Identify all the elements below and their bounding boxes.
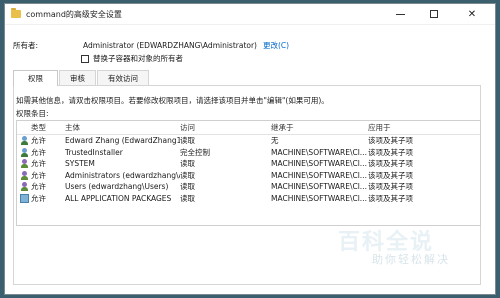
row-inherited-from: 无 bbox=[271, 136, 279, 146]
table-row[interactable]: 允许 SYSTEM 读取 MACHINE\SOFTWARE\Cl... 该项及其… bbox=[17, 158, 480, 170]
group-icon bbox=[20, 182, 29, 192]
close-button[interactable]: ✕ bbox=[453, 4, 491, 24]
owner-row: 所有者: Administrator (EDWARDZHANG\Administ… bbox=[13, 40, 289, 51]
replace-owner-checkbox[interactable] bbox=[81, 54, 89, 63]
row-type: 允许 bbox=[31, 170, 46, 180]
permission-entries-grid[interactable]: 类型 主体 访问 继承于 应用于 允许 Edward Zhang (Edward… bbox=[16, 120, 481, 226]
owner-value: Administrator (EDWARDZHANG\Administrator… bbox=[83, 41, 257, 50]
table-row[interactable]: 允许 Users (edwardzhang\Users) 读取 MACHINE\… bbox=[17, 181, 480, 193]
watermark-subtitle: 助你轻松解决 bbox=[372, 253, 450, 266]
row-applies-to: 该项及其子项 bbox=[368, 182, 413, 192]
row-applies-to: 该项及其子项 bbox=[368, 170, 413, 180]
row-icon-cell bbox=[17, 170, 31, 180]
row-type: 允许 bbox=[31, 136, 46, 146]
grid-header: 类型 主体 访问 继承于 应用于 bbox=[17, 121, 480, 135]
change-owner-link[interactable]: 更改(C) bbox=[263, 40, 289, 51]
row-principal: SYSTEM bbox=[65, 159, 95, 169]
maximize-icon bbox=[430, 10, 438, 18]
minimize-button[interactable] bbox=[385, 4, 415, 24]
maximize-button[interactable] bbox=[415, 4, 453, 24]
row-inherited-from: MACHINE\SOFTWARE\Cl... bbox=[271, 159, 367, 169]
window-title: command的高级安全设置 bbox=[26, 9, 122, 19]
group-icon bbox=[20, 159, 29, 169]
replace-owner-option[interactable]: 替换子容器和对象的所有者 bbox=[81, 53, 183, 64]
tab-strip: 权限 审核 有效访问 bbox=[13, 70, 150, 86]
row-applies-to: 该项及其子项 bbox=[368, 147, 413, 157]
table-row[interactable]: 允许 Administrators (edwardzhang\A... 读取 M… bbox=[17, 170, 480, 182]
row-icon-cell bbox=[17, 182, 31, 192]
tab-permissions[interactable]: 权限 bbox=[13, 70, 58, 86]
row-access: 读取 bbox=[180, 193, 195, 203]
user-icon bbox=[20, 147, 29, 157]
row-applies-to: 该项及其子项 bbox=[368, 159, 413, 169]
owner-label: 所有者: bbox=[13, 41, 39, 50]
table-row[interactable]: 允许 ALL APPLICATION PACKAGES 读取 MACHINE\S… bbox=[17, 193, 480, 205]
folder-icon bbox=[11, 8, 21, 18]
permission-entries-label: 权限条目: bbox=[16, 109, 49, 118]
row-principal: TrustedInstaller bbox=[65, 147, 123, 157]
header-applies-to[interactable]: 应用于 bbox=[368, 122, 468, 133]
row-inherited-from: MACHINE\SOFTWARE\Cl... bbox=[271, 147, 367, 157]
tab-effective-access[interactable]: 有效访问 bbox=[97, 70, 149, 85]
window-controls: ✕ bbox=[385, 4, 491, 24]
row-principal: Edward Zhang (EdwardZhang12... bbox=[65, 136, 180, 146]
row-type: 允许 bbox=[31, 159, 46, 169]
row-access: 读取 bbox=[180, 136, 195, 146]
row-applies-to: 该项及其子项 bbox=[368, 136, 413, 146]
user-icon bbox=[20, 136, 29, 146]
row-principal: Administrators (edwardzhang\A... bbox=[65, 170, 180, 180]
table-row[interactable]: 允许 Edward Zhang (EdwardZhang12... 读取 无 该… bbox=[17, 135, 480, 147]
row-inherited-from: MACHINE\SOFTWARE\Cl... bbox=[271, 170, 367, 180]
row-access: 读取 bbox=[180, 182, 195, 192]
row-access: 完全控制 bbox=[180, 147, 210, 157]
group-icon bbox=[20, 170, 29, 180]
table-row[interactable]: 允许 TrustedInstaller 完全控制 MACHINE\SOFTWAR… bbox=[17, 147, 480, 159]
title-bar[interactable]: command的高级安全设置 ✕ bbox=[5, 4, 495, 25]
row-principal: ALL APPLICATION PACKAGES bbox=[65, 193, 172, 203]
row-type: 允许 bbox=[31, 193, 46, 203]
row-inherited-from: MACHINE\SOFTWARE\Cl... bbox=[271, 193, 367, 203]
header-principal[interactable]: 主体 bbox=[65, 122, 180, 133]
header-access[interactable]: 访问 bbox=[180, 122, 271, 133]
package-icon bbox=[20, 193, 29, 203]
replace-owner-label: 替换子容器和对象的所有者 bbox=[93, 54, 183, 63]
row-icon-cell bbox=[17, 136, 31, 146]
row-inherited-from: MACHINE\SOFTWARE\Cl... bbox=[271, 182, 367, 192]
info-text: 如需其他信息，请双击权限项目。若要修改权限项目，请选择该项目并单击"编辑"(如果… bbox=[16, 96, 329, 105]
row-applies-to: 该项及其子项 bbox=[368, 193, 413, 203]
row-icon-cell bbox=[17, 193, 31, 203]
minimize-icon bbox=[395, 13, 405, 15]
header-type[interactable]: 类型 bbox=[31, 122, 65, 133]
row-type: 允许 bbox=[31, 147, 46, 157]
row-icon-cell bbox=[17, 159, 31, 169]
close-icon: ✕ bbox=[467, 8, 477, 20]
row-principal: Users (edwardzhang\Users) bbox=[65, 182, 169, 192]
tab-auditing[interactable]: 审核 bbox=[59, 70, 96, 85]
row-access: 读取 bbox=[180, 170, 195, 180]
row-access: 读取 bbox=[180, 159, 195, 169]
row-icon-cell bbox=[17, 147, 31, 157]
row-type: 允许 bbox=[31, 182, 46, 192]
header-inherited-from[interactable]: 继承于 bbox=[271, 122, 368, 133]
